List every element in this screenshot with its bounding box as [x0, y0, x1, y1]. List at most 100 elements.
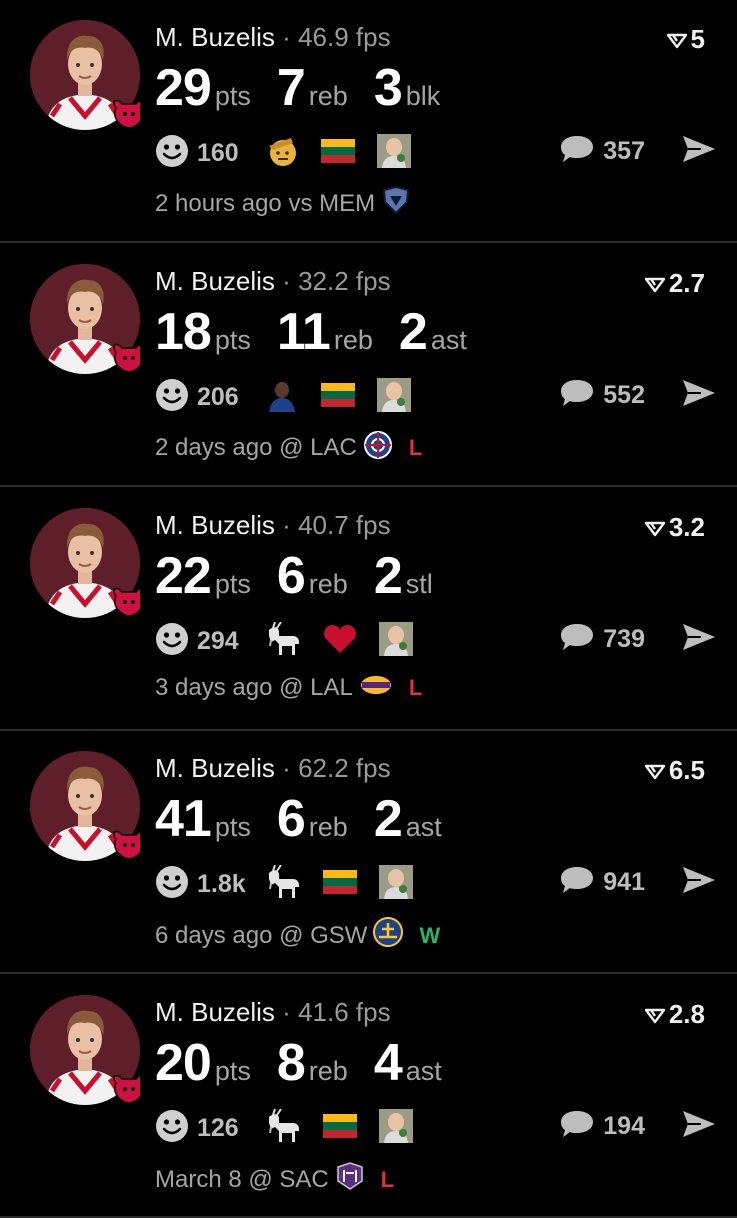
game-post-card[interactable]: M. Buzelis · 40.7 fps 3.2 22 pts 6 reb 2 stl …: [0, 488, 737, 731]
score-value: 2.8: [668, 999, 705, 1029]
stat-value: 4: [373, 1034, 403, 1092]
game-meta: 2 days ago @ LAC L: [155, 430, 422, 467]
lithuania-flag-icon[interactable]: [321, 139, 355, 168]
success-kid-icon[interactable]: [379, 865, 413, 904]
success-kid-icon[interactable]: [377, 134, 411, 173]
action-row: 206 552: [155, 377, 717, 417]
player-avatar[interactable]: [30, 751, 140, 862]
game-post-card[interactable]: M. Buzelis · 62.2 fps 6.5 41 pts 6 reb 2 ast …: [0, 731, 737, 975]
timestamp: March 8: [155, 1165, 242, 1193]
comment-count[interactable]: 552: [603, 381, 645, 410]
saluting-face-icon[interactable]: [265, 134, 299, 173]
fantasy-score: 2.8: [644, 999, 705, 1030]
opponent[interactable]: @ LAC: [279, 434, 357, 462]
send-arrow-icon[interactable]: [681, 134, 717, 169]
stat-unit: pts: [214, 324, 251, 355]
send-arrow-icon[interactable]: [681, 622, 717, 657]
stat-value: 3: [373, 59, 403, 117]
send-arrow-icon[interactable]: [681, 1109, 717, 1144]
goat-icon[interactable]: [265, 1108, 301, 1148]
fantasy-points: 41.6 fps: [298, 997, 391, 1027]
game-post-card[interactable]: M. Buzelis · 46.9 fps 5 29 pts 7 reb 3 blk 16…: [0, 0, 737, 243]
comment-bubble-icon[interactable]: [559, 865, 595, 900]
player-name[interactable]: M. Buzelis: [155, 997, 275, 1027]
reaction-button[interactable]: 160: [155, 134, 239, 173]
opponent[interactable]: @ SAC: [248, 1166, 328, 1194]
stat-unit: pts: [214, 1056, 251, 1086]
player-avatar[interactable]: [30, 263, 140, 374]
stat-value: 20: [155, 1034, 212, 1092]
lithuania-flag-icon[interactable]: [323, 1114, 357, 1143]
opponent[interactable]: vs MEM: [288, 190, 375, 218]
game-post-card[interactable]: M. Buzelis · 32.2 fps 2.7 18 pts 11 reb 2 ast…: [0, 244, 737, 487]
goat-icon[interactable]: [265, 864, 301, 904]
goat-icon[interactable]: [265, 620, 301, 661]
reaction-count: 1.8k: [197, 870, 246, 899]
game-meta: 3 days ago @ LAL L: [155, 674, 422, 703]
stat-line: 41 pts 6 reb 2 ast: [155, 789, 468, 849]
stat-value: 29: [155, 59, 212, 117]
stat-value: 6: [276, 546, 306, 605]
send-arrow-icon[interactable]: [681, 378, 717, 413]
player-name[interactable]: M. Buzelis: [155, 753, 275, 783]
lithuania-flag-icon[interactable]: [323, 870, 357, 899]
stat-value: 11: [276, 302, 331, 361]
stat-unit: pts: [214, 81, 251, 111]
opponent[interactable]: @ LAL: [279, 674, 353, 702]
player-name[interactable]: M. Buzelis: [155, 266, 275, 296]
stat-unit: reb: [308, 81, 348, 111]
smiley-icon: [155, 865, 189, 904]
comment-bubble-icon[interactable]: [559, 1109, 595, 1144]
reaction-button[interactable]: 206: [155, 378, 239, 417]
stat-value: 8: [276, 1034, 306, 1092]
comment-count[interactable]: 357: [603, 137, 645, 166]
reaction-badges: [265, 1108, 435, 1148]
player-avatar[interactable]: [30, 20, 140, 130]
comment-count[interactable]: 941: [603, 868, 645, 897]
fantasy-score-icon: [644, 512, 669, 542]
success-kid-icon[interactable]: [379, 621, 413, 661]
game-result: L: [408, 675, 423, 700]
separator: ·: [282, 509, 291, 540]
reaction-badges: [265, 620, 435, 661]
comment-count[interactable]: 194: [603, 1112, 645, 1141]
player-avatar[interactable]: [30, 507, 140, 618]
stat-line: 29 pts 7 reb 3 blk: [155, 58, 466, 118]
game-meta: 6 days ago @ GSW W: [155, 917, 440, 954]
comment-bubble-icon[interactable]: [559, 622, 595, 657]
success-kid-icon[interactable]: [377, 377, 411, 417]
reaction-badges: [265, 134, 433, 173]
comment-bubble-icon[interactable]: [559, 134, 595, 169]
stat-unit: blk: [405, 81, 441, 111]
lithuania-flag-icon[interactable]: [321, 382, 355, 412]
timestamp: 3 days ago: [155, 674, 273, 701]
stat-unit: pts: [214, 568, 251, 599]
player-name[interactable]: M. Buzelis: [155, 510, 275, 540]
comment-share-group: 941: [559, 865, 717, 900]
reaction-button[interactable]: 1.8k: [155, 865, 246, 904]
fantasy-points: 32.2 fps: [298, 265, 391, 296]
comment-bubble-icon[interactable]: [559, 378, 595, 413]
stat-line: 20 pts 8 reb 4 ast: [155, 1033, 468, 1093]
post-title: M. Buzelis · 32.2 fps: [155, 266, 391, 297]
success-kid-icon[interactable]: [379, 1109, 413, 1148]
game-post-card[interactable]: M. Buzelis · 41.6 fps 2.8 20 pts 8 reb 4 ast …: [0, 975, 737, 1218]
player-avatar-icon[interactable]: [265, 378, 299, 417]
player-avatar[interactable]: [30, 995, 140, 1105]
send-arrow-icon[interactable]: [681, 865, 717, 900]
opponent[interactable]: @ GSW: [279, 922, 367, 950]
separator: ·: [282, 265, 291, 296]
player-name[interactable]: M. Buzelis: [155, 22, 275, 52]
heart-icon[interactable]: [323, 624, 357, 659]
smiley-icon: [155, 622, 189, 661]
reaction-button[interactable]: 126: [155, 1109, 239, 1148]
comment-count[interactable]: 739: [603, 625, 645, 654]
smiley-icon: [155, 134, 189, 173]
game-result: L: [408, 435, 423, 461]
stat-unit: ast: [405, 1056, 442, 1086]
action-row: 1.8k 941: [155, 864, 717, 904]
reaction-button[interactable]: 294: [155, 622, 239, 661]
fantasy-score: 5: [666, 24, 705, 55]
reaction-count: 294: [197, 626, 239, 655]
stat-value: 22: [155, 546, 212, 605]
